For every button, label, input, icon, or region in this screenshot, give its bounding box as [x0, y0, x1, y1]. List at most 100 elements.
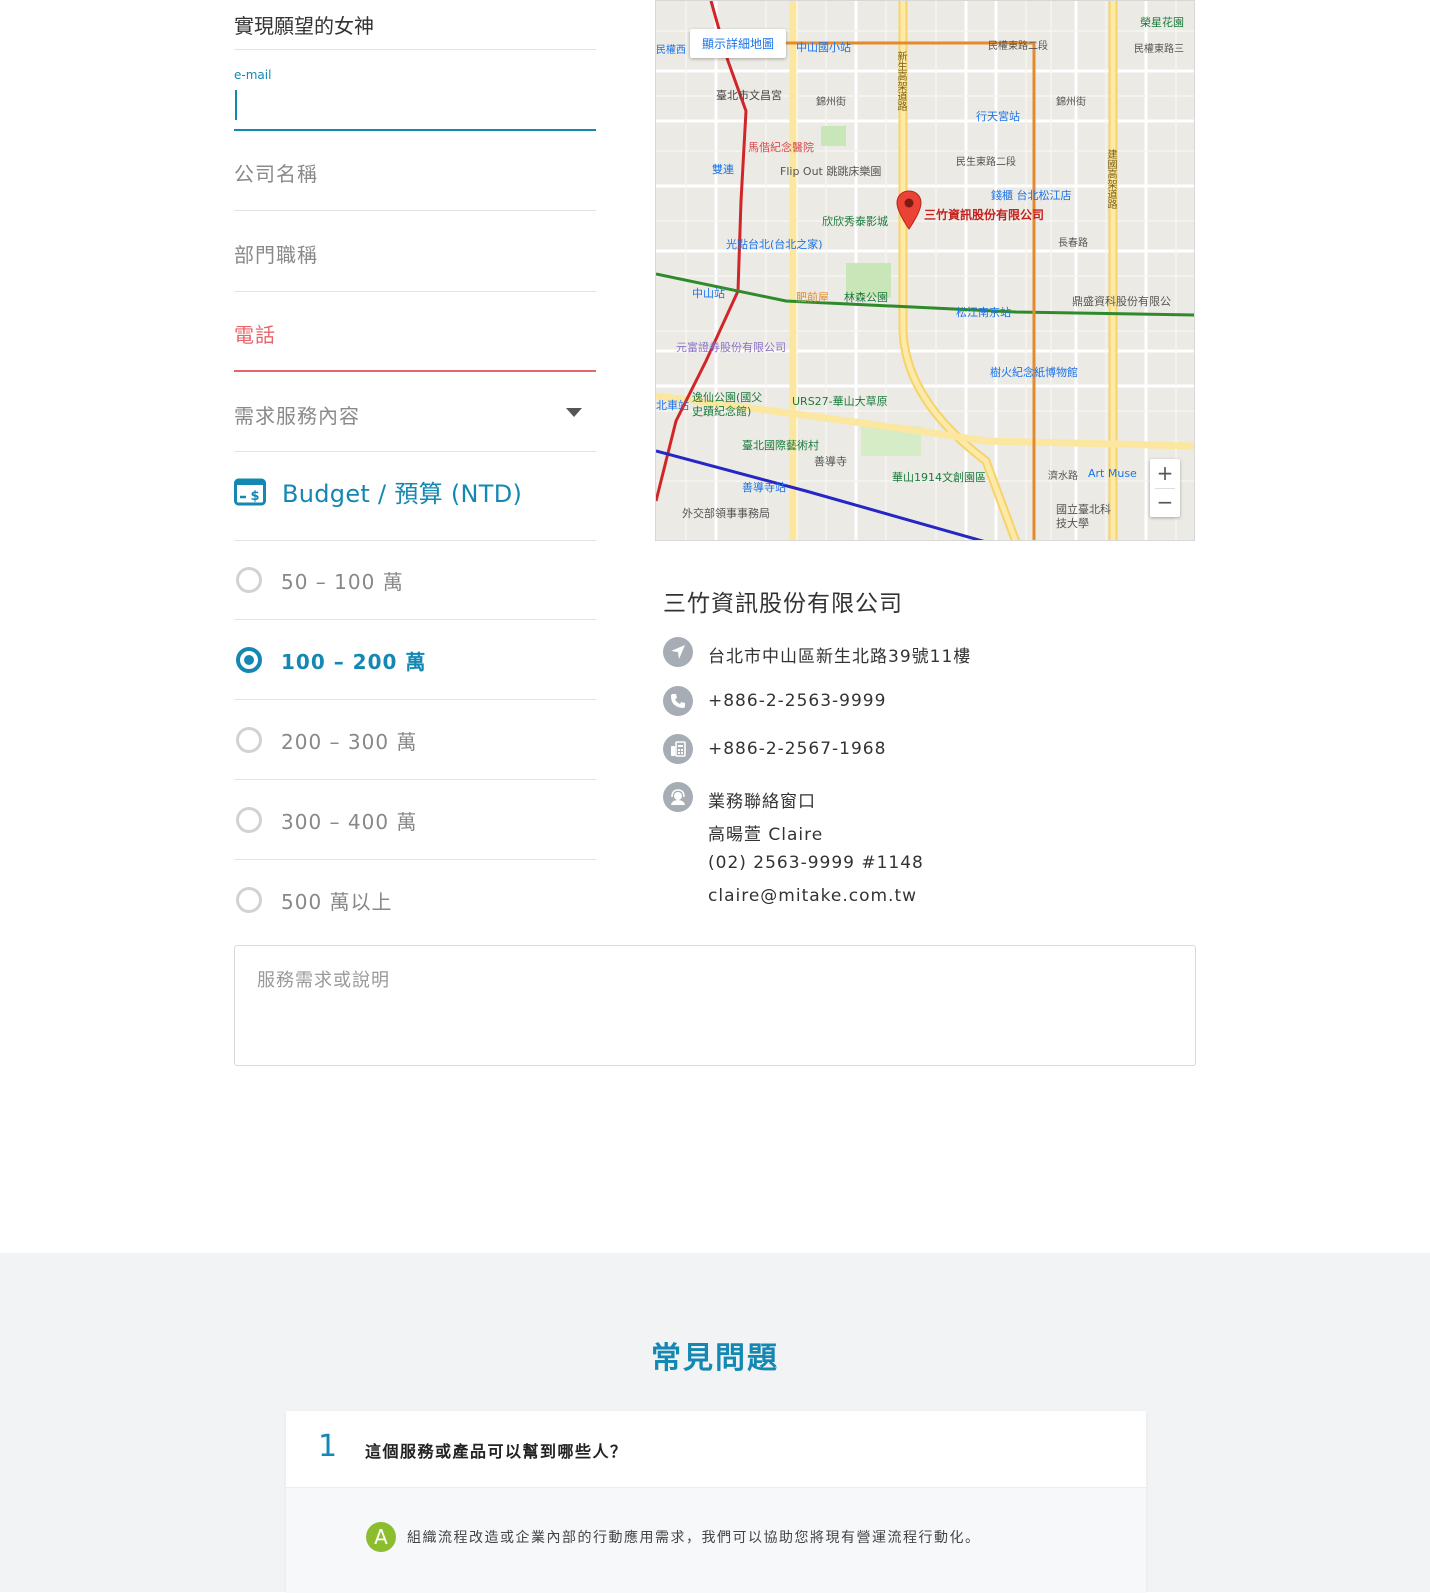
map-label: 中山站 — [692, 287, 725, 300]
contact-sales-phone[interactable]: (02) 2563-9999 #1148 — [708, 853, 924, 873]
radio-button[interactable] — [236, 727, 262, 753]
map-label: 光點台北(台北之家) — [726, 238, 823, 251]
contact-sales-name: 高暘萱 Claire — [708, 825, 824, 845]
faq-question-text: 這個服務或產品可以幫到哪些人？ — [365, 1442, 628, 1461]
map-label: 臺北市文昌宮 — [716, 89, 782, 102]
map-label: 樹火紀念紙博物館 — [990, 366, 1078, 379]
map-label: Art Muse — [1088, 467, 1137, 480]
faq-title: 常見問題 — [651, 1341, 779, 1376]
embedded-map[interactable]: 顯示詳細地圖 中山國小站 民權東路二段 臺北市文昌宮 錦州街 行天宮站 錦州街 … — [655, 0, 1195, 541]
budget-heading: $ Budget / 預算 (NTD) — [234, 474, 522, 509]
fax-icon — [663, 734, 693, 764]
map-label: 肥前屋 — [796, 291, 829, 304]
faq-question-toggle[interactable]: 1 這個服務或產品可以幫到哪些人？ — [286, 1411, 1146, 1487]
map-zoom-controls: + − — [1150, 459, 1180, 517]
name-field-underline — [234, 49, 596, 50]
phone-icon — [663, 686, 693, 716]
radio-button-checked[interactable] — [236, 647, 262, 673]
budget-divider — [234, 859, 596, 860]
map-label: 臺北國際藝術村 — [742, 439, 819, 452]
email-field[interactable] — [234, 86, 596, 130]
budget-divider — [234, 619, 596, 620]
map-label: 林森公園 — [844, 291, 888, 304]
budget-option-500-plus[interactable]: 500 萬以上 — [236, 880, 393, 920]
caret-down-icon — [566, 408, 582, 417]
map-label: 馬偕紀念醫院 — [748, 141, 814, 154]
map-label: 建國高架道路 — [1105, 149, 1116, 209]
map-label: 民權西 — [656, 45, 686, 56]
map-marker-label: 三竹資訊股份有限公司 — [924, 208, 1045, 222]
department-title-field[interactable]: 部門職稱 — [234, 239, 596, 268]
budget-divider — [234, 540, 596, 541]
service-select-underline — [234, 451, 596, 452]
budget-divider — [234, 699, 596, 700]
svg-text:$: $ — [250, 489, 259, 504]
map-label: 榮星花園 — [1140, 16, 1184, 29]
answer-badge-icon: A — [366, 1522, 396, 1552]
map-label: 錦州街 — [1056, 97, 1086, 108]
department-title-underline — [234, 291, 596, 292]
budget-option-200-300[interactable]: 200 – 300 萬 — [236, 720, 417, 760]
budget-option-label: 200 – 300 萬 — [281, 729, 418, 754]
budget-card-icon: $ — [234, 478, 266, 505]
map-label: 雙連 — [712, 163, 734, 176]
map-label: 北車站 — [656, 399, 689, 412]
map-label: 外交部領事事務局 — [682, 507, 770, 520]
budget-option-100-200[interactable]: 100 – 200 萬 — [236, 640, 426, 680]
zoom-out-button[interactable]: − — [1150, 488, 1180, 517]
faq-answer-text: 組織流程改造或企業內部的行動應用需求，我們可以協助您將現有營運流程行動化。 — [407, 1530, 981, 1546]
company-name-underline — [234, 210, 596, 211]
map-label: Flip Out 跳跳床樂園 — [780, 165, 882, 178]
faq-section: 常見問題 1 這個服務或產品可以幫到哪些人？ A 組織流程改造或企業內部的行動應… — [0, 1253, 1430, 1593]
map-label: 中山國小站 — [796, 41, 851, 54]
budget-option-label: 100 – 200 萬 — [281, 649, 427, 674]
map-label: 錢櫃 台北松江店 — [991, 189, 1072, 202]
faq-item: 1 這個服務或產品可以幫到哪些人？ A 組織流程改造或企業內部的行動應用需求，我… — [286, 1411, 1146, 1593]
budget-title: Budget / 預算 (NTD) — [282, 480, 523, 508]
budget-option-label: 50 – 100 萬 — [281, 569, 404, 594]
map-label: 善導寺 — [814, 455, 847, 468]
zoom-in-button[interactable]: + — [1150, 459, 1180, 488]
map-marker-icon[interactable] — [896, 190, 922, 230]
phone-field-underline-error — [234, 370, 596, 372]
map-label: 民生東路二段 — [956, 157, 1016, 168]
map-label: 鼎盛資科股份有限公 — [1072, 295, 1171, 308]
map-label: 欣欣秀泰影城 — [822, 215, 888, 228]
map-label: 民權東路三 — [1134, 44, 1184, 55]
budget-option-50-100[interactable]: 50 – 100 萬 — [236, 560, 404, 600]
map-label: URS27-華山大草原 — [792, 395, 888, 408]
contact-fax: +886-2-2567-1968 — [708, 739, 887, 759]
map-label: 新生高架道路 — [895, 51, 906, 111]
map-label: 松江南京站 — [956, 306, 1011, 319]
budget-option-label: 300 – 400 萬 — [281, 809, 418, 834]
map-label: 逸仙公園(國父史蹟紀念館) — [692, 391, 763, 418]
map-label: 元富證券股份有限公司 — [676, 341, 786, 354]
phone-field[interactable]: 電話 — [234, 319, 596, 348]
company-name-field[interactable]: 公司名稱 — [234, 158, 596, 187]
contact-sales-title: 業務聯絡窗口 — [708, 792, 816, 812]
contact-address: 台北市中山區新生北路39號11樓 — [708, 647, 972, 667]
textarea-placeholder: 服務需求或說明 — [257, 970, 390, 991]
map-label: 善導寺站 — [742, 481, 786, 494]
map-streets — [656, 1, 1194, 540]
map-label: 長春路 — [1058, 238, 1088, 249]
name-field-value[interactable]: 實現願望的女神 — [234, 10, 596, 39]
map-label: 民權東路二段 — [988, 41, 1048, 52]
radio-button[interactable] — [236, 807, 262, 833]
contact-phone[interactable]: +886-2-2563-9999 — [708, 691, 886, 711]
text-caret — [235, 90, 237, 120]
location-arrow-icon — [663, 637, 693, 667]
support-agent-icon — [663, 782, 693, 812]
budget-option-300-400[interactable]: 300 – 400 萬 — [236, 800, 417, 840]
faq-question-number: 1 — [318, 1429, 338, 1464]
service-select[interactable]: 需求服務內容 — [234, 400, 596, 429]
map-detail-button[interactable]: 顯示詳細地圖 — [690, 29, 787, 58]
map-label: 錦州街 — [816, 97, 846, 108]
contact-sales-email[interactable]: claire@mitake.com.tw — [708, 886, 917, 906]
email-field-label: e-mail — [234, 68, 272, 82]
radio-button[interactable] — [236, 887, 262, 913]
radio-button[interactable] — [236, 567, 262, 593]
faq-answer: A 組織流程改造或企業內部的行動應用需求，我們可以協助您將現有營運流程行動化。 — [286, 1487, 1146, 1593]
map-label: 國立臺北科技大學 — [1056, 503, 1111, 530]
service-description-textarea[interactable]: 服務需求或說明 — [234, 945, 1196, 1066]
